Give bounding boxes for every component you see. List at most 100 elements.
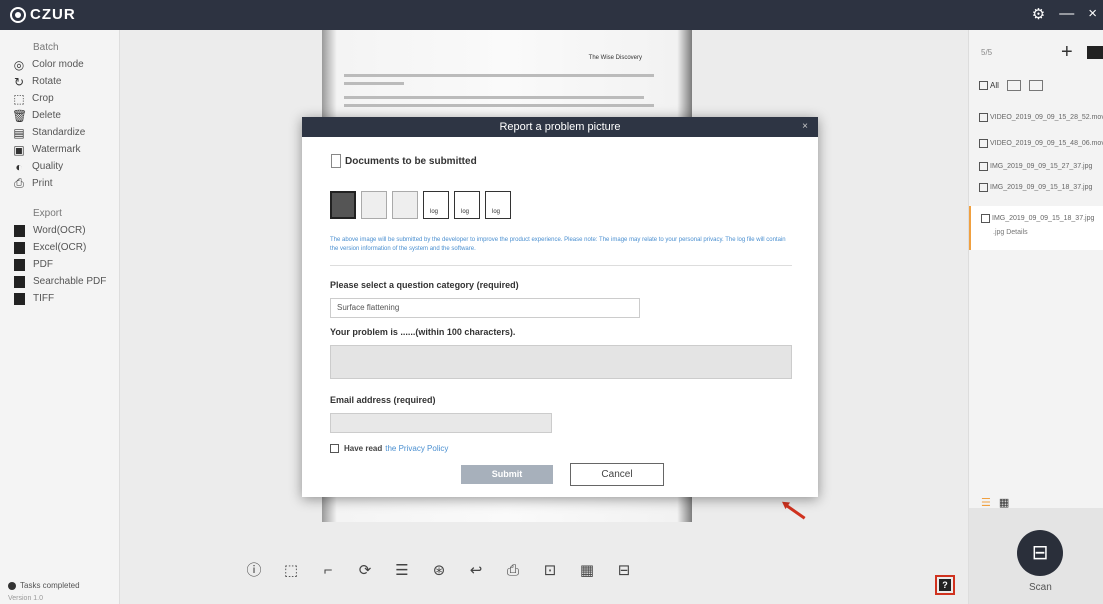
problem-textarea[interactable]: [330, 345, 792, 379]
czur-logo-icon: [10, 6, 26, 23]
dialog-header: Report a problem picture ×: [302, 117, 818, 137]
file-checkbox[interactable]: [979, 112, 988, 122]
batch-item[interactable]: 🗑 Delete: [0, 107, 119, 124]
brand-name: CZUR: [30, 6, 76, 23]
batch-item[interactable]: ◎ Color mode: [0, 56, 119, 73]
file-count: 5/5: [981, 48, 993, 57]
image-thumbnail[interactable]: [330, 191, 356, 219]
scan-area: ⊟ Scan: [969, 508, 1103, 604]
scan-icon: ⊟: [1031, 542, 1049, 564]
batch-title: Batch: [33, 42, 59, 53]
batch-item[interactable]: ↻ Rotate: [0, 73, 119, 90]
privacy-checkbox[interactable]: [330, 444, 339, 453]
undo-tool-icon[interactable]: ↩: [467, 562, 485, 580]
delete-icon: 🗑: [12, 108, 28, 123]
thumbnail-view-icon[interactable]: [1006, 80, 1021, 91]
batch-item[interactable]: ⬚ Crop: [0, 90, 119, 107]
rotate-tool-icon[interactable]: ⟳: [356, 562, 374, 580]
select-all-label: All: [990, 80, 999, 90]
export-item[interactable]: Searchable PDF: [0, 273, 119, 290]
image-thumbnail[interactable]: [392, 191, 418, 219]
problem-label: Your problem is ......(within 100 charac…: [330, 327, 516, 337]
select-all-checkbox[interactable]: All: [979, 80, 999, 91]
batch-item-label: Color mode: [32, 59, 84, 70]
bottom-toolbar: ⓘ ⬚ ⌐ ⟳ ☰ ⊛ ↩ ⎙ ⊡ ▦ ⊟: [245, 562, 633, 580]
standardize-icon: ▤: [13, 125, 25, 140]
file-list-item[interactable]: IMG_2019_09_09_15_27_37.jpg: [969, 155, 1103, 177]
batch-item[interactable]: ▤ Standardize: [0, 124, 119, 141]
batch-item[interactable]: ◐ Quality: [0, 158, 119, 175]
file-name: IMG_2019_09_09_15_18_37.jpg: [990, 183, 1093, 191]
export-item[interactable]: PDF: [0, 256, 119, 273]
add-icon[interactable]: +: [1061, 42, 1073, 62]
info-tool-icon[interactable]: ⓘ: [245, 562, 263, 580]
agree-text: Have read: [344, 444, 383, 453]
image-thumbnail[interactable]: [361, 191, 387, 219]
log-file-icon[interactable]: [454, 191, 480, 219]
file-meta[interactable]: .jpg Details: [993, 229, 1028, 236]
file-checkbox[interactable]: [979, 161, 988, 171]
searchable-pdf-icon: [14, 275, 25, 288]
close-icon[interactable]: ×: [1088, 5, 1097, 23]
status-text: Tasks completed: [20, 581, 80, 590]
minimize-icon[interactable]: —: [1059, 5, 1074, 23]
file-checkbox[interactable]: [981, 214, 990, 223]
cancel-button[interactable]: Cancel: [570, 463, 664, 486]
submit-button[interactable]: Submit: [461, 465, 553, 484]
batch-item[interactable]: ▣ Watermark: [0, 141, 119, 158]
pdf-icon: [14, 258, 25, 271]
privacy-policy-link[interactable]: the Privacy Policy: [385, 444, 448, 453]
status-check-icon: [8, 581, 16, 590]
file-list-item[interactable]: IMG_2019_09_09_15_18_37.jpg .jpg Details: [969, 206, 1103, 250]
export-item-label: PDF: [33, 259, 53, 270]
print-icon: ⎙: [14, 176, 24, 190]
batch-item-label: Rotate: [32, 76, 62, 87]
ocr-tool-icon[interactable]: ⊡: [541, 562, 559, 580]
left-panel: Batch ◎ Color mode ↻ Rotate ⬚ Crop 🗑 Delete ▤ Sta…: [0, 30, 120, 604]
print-tool-icon[interactable]: ⎙: [504, 562, 522, 580]
email-field[interactable]: [330, 413, 552, 433]
export-item[interactable]: TIFF: [0, 290, 119, 307]
task-status: Tasks completed: [8, 581, 80, 590]
export-item-label: TIFF: [33, 293, 55, 304]
flatten-tool-icon[interactable]: ☰: [393, 562, 411, 580]
export-item-label: Searchable PDF: [33, 276, 107, 287]
scan-button[interactable]: ⊟: [1017, 530, 1063, 576]
attachment-thumbnails: [330, 191, 511, 219]
dialog-close-icon[interactable]: ×: [802, 117, 808, 137]
category-select[interactable]: Surface flattening: [330, 298, 640, 318]
compare-tool-icon[interactable]: ⊟: [615, 562, 633, 580]
tiff-icon: [14, 292, 25, 305]
crop-icon: ⬚: [13, 91, 25, 106]
export-item[interactable]: Excel(OCR): [0, 239, 119, 256]
privacy-agreement: Have read the Privacy Policy: [330, 444, 448, 453]
file-checkbox[interactable]: [979, 182, 988, 192]
export-item[interactable]: Word(OCR): [0, 222, 119, 239]
grid-tool-icon[interactable]: ▦: [578, 562, 596, 580]
word-icon: [14, 224, 25, 237]
color-tool-icon[interactable]: ⊛: [430, 562, 448, 580]
file-list-item[interactable]: IMG_2019_09_09_15_18_37.jpg: [969, 176, 1103, 198]
log-file-icon[interactable]: [485, 191, 511, 219]
log-file-icon[interactable]: [423, 191, 449, 219]
batch-item[interactable]: ⎙ Print: [0, 175, 119, 192]
privacy-note: The above image will be submitted by the…: [330, 237, 786, 252]
crop-tool-icon[interactable]: ⌐: [319, 562, 337, 580]
batch-item-label: Delete: [32, 110, 61, 121]
color-mode-icon: ◎: [13, 57, 25, 72]
batch-item-label: Crop: [32, 93, 54, 104]
select-tool-icon[interactable]: ⬚: [282, 562, 300, 580]
detail-view-icon[interactable]: [1028, 80, 1043, 91]
file-list-item[interactable]: VIDEO_2019_09_09_15_28_52.mov: [969, 106, 1103, 128]
file-name: IMG_2019_09_09_15_27_37.jpg: [990, 162, 1093, 170]
folder-icon[interactable]: [1087, 46, 1103, 59]
file-list-item[interactable]: VIDEO_2019_09_09_15_48_06.mov: [969, 132, 1103, 154]
document-text-line: [344, 104, 654, 107]
version-label: Version 1.0: [8, 595, 44, 602]
report-problem-button[interactable]: ?: [935, 575, 955, 595]
file-checkbox[interactable]: [979, 138, 988, 148]
settings-icon[interactable]: ⚙: [1032, 5, 1045, 23]
watermark-icon: ▣: [13, 142, 25, 157]
report-problem-dialog: Report a problem picture × Documents to …: [302, 117, 818, 497]
app-logo: CZUR: [10, 6, 76, 23]
